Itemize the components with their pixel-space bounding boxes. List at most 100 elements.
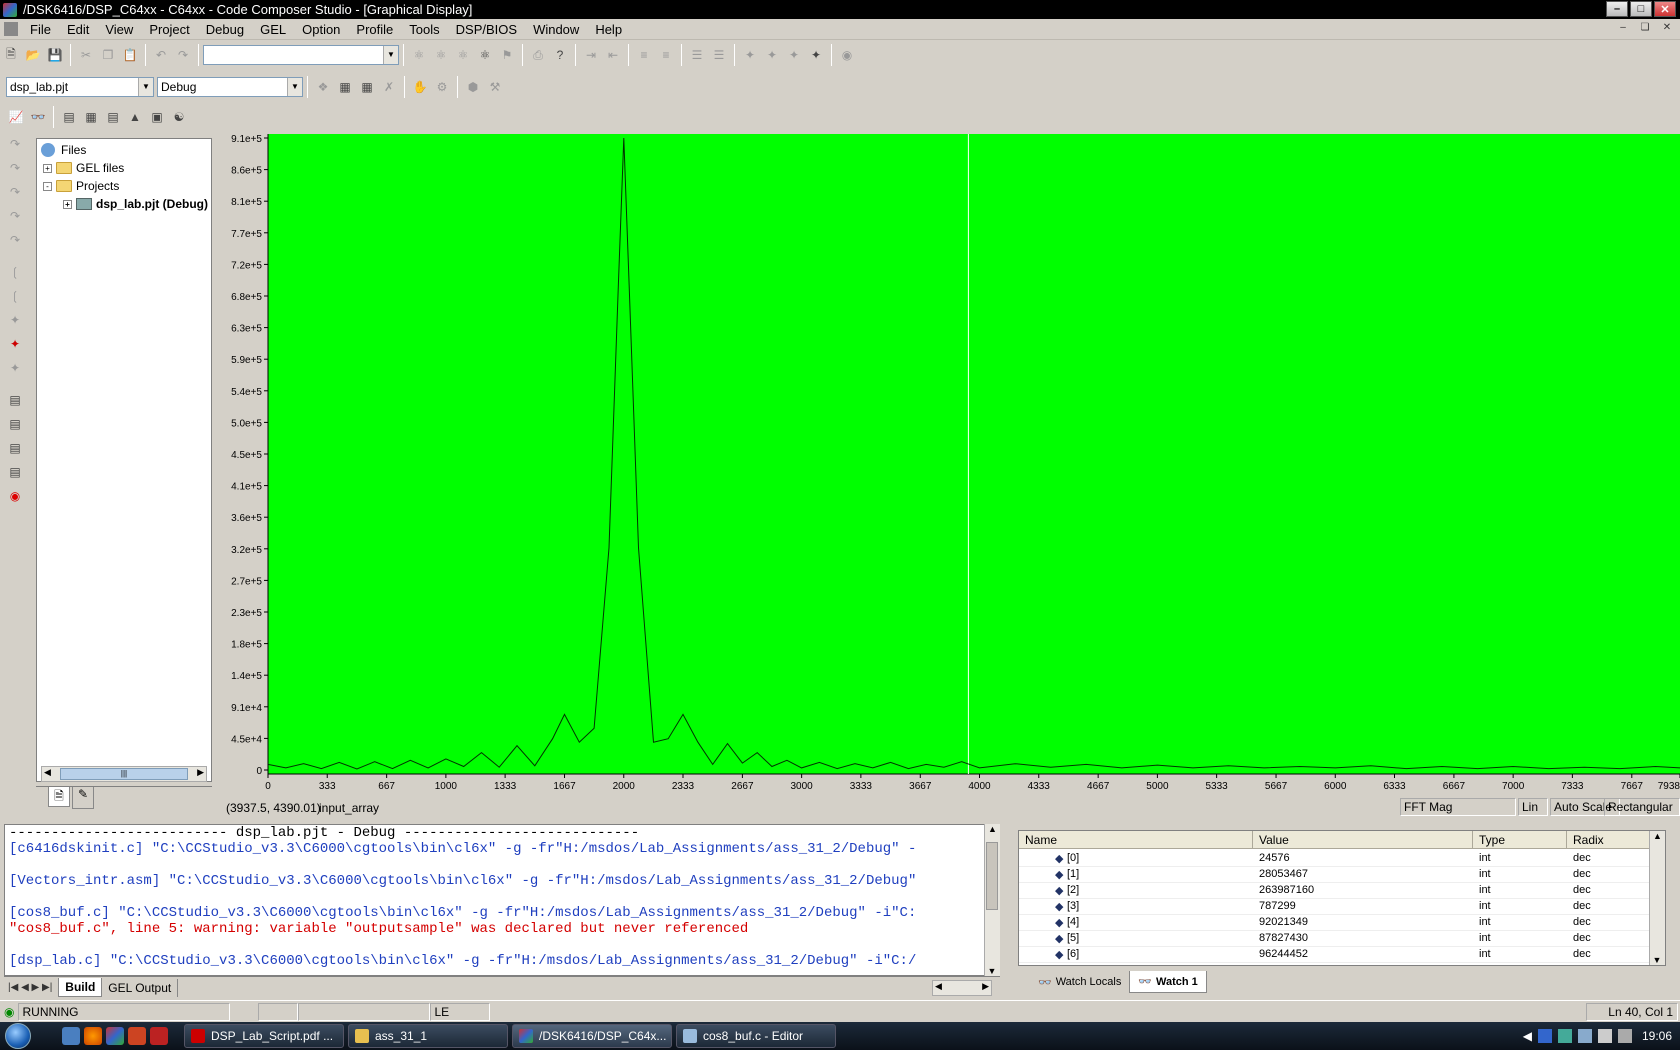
tree-item-gel-files[interactable]: + GEL files <box>43 159 124 177</box>
debug-icon[interactable]: ⬢ <box>463 77 483 97</box>
save-icon[interactable]: 💾 <box>45 45 65 65</box>
scroll-thumb[interactable] <box>986 842 998 910</box>
fft-graph[interactable]: 9.1e+5 8.6e+5 8.1e+5 7.7e+5 7.2e+5 6.8e+5 6.3e… <box>224 134 1680 792</box>
watch-icon[interactable]: 👓 <box>28 107 48 127</box>
new-file-icon[interactable]: 🗎 <box>1 45 21 65</box>
maximize-button[interactable]: □ <box>1630 1 1652 17</box>
open-folder-icon[interactable]: 📂 <box>23 45 43 65</box>
chevron-down-icon[interactable]: ▼ <box>287 78 302 96</box>
task-folder[interactable]: ass_31_1 <box>348 1024 508 1048</box>
set-pc-icon[interactable]: ↷ <box>5 230 25 250</box>
mdi-close-icon[interactable]: ✕ <box>1660 21 1674 35</box>
close-button[interactable]: ✕ <box>1654 1 1676 17</box>
incremental-build-icon[interactable]: ▦ <box>335 77 355 97</box>
clock[interactable]: 19:06 <box>1642 1029 1672 1043</box>
watch-row[interactable]: ◆ [0] 24576 int dec <box>1019 851 1649 867</box>
image-view-icon[interactable]: ▣ <box>147 107 167 127</box>
indent-icon[interactable]: ⇥ <box>581 45 601 65</box>
col-value[interactable]: Value <box>1253 831 1473 849</box>
compile-icon[interactable]: ❖ <box>313 77 333 97</box>
scroll-thumb[interactable]: ||| <box>60 768 188 780</box>
tree-horizontal-scrollbar[interactable]: ◀ ||| ▶ <box>41 766 207 782</box>
shield-icon[interactable] <box>1557 1029 1572 1043</box>
project-combo[interactable]: dsp_lab.pjt ▼ <box>6 77 154 97</box>
bookmark-icon[interactable]: ⚑ <box>497 45 517 65</box>
print-icon[interactable]: ⎙ <box>528 45 548 65</box>
tab-build[interactable]: Build <box>58 978 103 997</box>
tab-watch-locals[interactable]: 👓 Watch Locals <box>1030 971 1129 993</box>
halt-icon[interactable]: ✋ <box>410 77 430 97</box>
menu-file[interactable]: File <box>22 19 59 40</box>
bookmarks-tab[interactable]: ✎ <box>72 787 94 809</box>
record-icon[interactable]: ◉ <box>5 486 25 506</box>
config-combo[interactable]: Debug ▼ <box>157 77 303 97</box>
watch-row[interactable]: ◆ [3] 787299 int dec <box>1019 899 1649 915</box>
power-icon[interactable] <box>1617 1029 1632 1043</box>
menu-gel[interactable]: GEL <box>252 19 294 40</box>
menu-tools[interactable]: Tools <box>401 19 447 40</box>
scroll-right-icon[interactable]: ▶ <box>197 767 204 778</box>
breakpoint-icon[interactable]: ✦ <box>740 45 760 65</box>
graphical-display[interactable]: 9.1e+5 8.6e+5 8.1e+5 7.7e+5 7.2e+5 6.8e+5 6.3e… <box>224 134 1680 792</box>
step-into-icon[interactable]: ↷ <box>5 134 25 154</box>
remove-breakpoints-icon[interactable]: ✦ <box>784 45 804 65</box>
scroll-down-icon[interactable]: ▼ <box>985 966 999 976</box>
asm-step-over-icon[interactable]: ❲ <box>5 286 25 306</box>
step-out-icon[interactable]: ↷ <box>5 182 25 202</box>
tray-expand-icon[interactable]: ◀ <box>1523 1029 1532 1043</box>
watch-scrollbar[interactable]: ▲ ▼ <box>1649 831 1665 965</box>
tree-item-dsp-lab-project[interactable]: + dsp_lab.pjt (Debug) <box>63 195 208 213</box>
menu-profile[interactable]: Profile <box>348 19 401 40</box>
menu-option[interactable]: Option <box>294 19 348 40</box>
col-radix[interactable]: Radix <box>1567 831 1651 849</box>
menu-project[interactable]: Project <box>141 19 197 40</box>
search-combo[interactable]: ▼ <box>203 45 399 65</box>
scroll-down-icon[interactable]: ▼ <box>1650 955 1664 965</box>
graph-icon[interactable]: 📈 <box>6 107 26 127</box>
redo-icon[interactable]: ↷ <box>173 45 193 65</box>
stop-build-icon[interactable]: ✗ <box>379 77 399 97</box>
animate-icon[interactable]: ✦ <box>5 358 25 378</box>
find-icon[interactable]: ⚛ <box>409 45 429 65</box>
network-icon[interactable] <box>1577 1029 1592 1043</box>
project-tree[interactable]: Files + GEL files - Projects + dsp_lab.p… <box>36 138 212 782</box>
probe-point-icon[interactable]: ✦ <box>762 45 782 65</box>
build-output[interactable]: -------------------------- dsp_lab.pjt -… <box>4 824 990 976</box>
memory-icon[interactable]: ▤ <box>59 107 79 127</box>
task-ccs[interactable]: /DSK6416/DSP_C64x... <box>512 1024 672 1048</box>
tree-root[interactable]: Files <box>41 141 86 159</box>
find-next-icon[interactable]: ⚛ <box>431 45 451 65</box>
next-bookmark-icon[interactable]: ≡ <box>656 45 676 65</box>
toggle-probe-icon[interactable]: ✦ <box>806 45 826 65</box>
expand-icon[interactable]: + <box>43 163 52 173</box>
scroll-up-icon[interactable]: ▲ <box>985 824 1000 834</box>
output-vertical-scrollbar[interactable]: ▲ ▼ <box>984 824 1000 976</box>
memory-window-icon[interactable]: ▤ <box>5 414 25 434</box>
step-over-icon[interactable]: ↷ <box>5 158 25 178</box>
watch-row[interactable]: ◆ [4] 92021349 int dec <box>1019 915 1649 931</box>
halt-target-icon[interactable]: ✦ <box>5 334 25 354</box>
show-desktop-icon[interactable] <box>62 1027 80 1045</box>
watch-window[interactable]: Name Value Type Radix ◆ [0] 24576 int dec ◆ [1… <box>1018 830 1666 966</box>
firefox-icon[interactable] <box>84 1027 102 1045</box>
run-free-icon[interactable]: ✦ <box>5 310 25 330</box>
file-view-tab[interactable]: 🗎 <box>48 787 70 807</box>
find-prev-icon[interactable]: ⚛ <box>453 45 473 65</box>
tab-watch-1[interactable]: 👓 Watch 1 <box>1129 971 1207 993</box>
tree-item-projects[interactable]: - Projects <box>43 177 119 195</box>
watch-row[interactable]: ◆ [1] 28053467 int dec <box>1019 867 1649 883</box>
menu-dspbios[interactable]: DSP/BIOS <box>448 19 525 40</box>
collapse-icon[interactable]: - <box>43 181 52 191</box>
watch-row[interactable]: ◆ [6] 96244452 int dec <box>1019 947 1649 963</box>
app-icon[interactable] <box>3 2 17 17</box>
run-to-cursor-icon[interactable]: ↷ <box>5 206 25 226</box>
outdent-icon[interactable]: ⇤ <box>603 45 623 65</box>
task-editor[interactable]: cos8_buf.c - Editor <box>676 1024 836 1048</box>
mdi-minimize-icon[interactable]: – <box>1616 21 1630 35</box>
bluetooth-icon[interactable] <box>1537 1029 1552 1043</box>
mdi-restore-icon[interactable]: ❏ <box>1638 21 1652 35</box>
rebuild-all-icon[interactable]: ▦ <box>357 77 377 97</box>
menu-debug[interactable]: Debug <box>198 19 252 40</box>
graph-view-icon[interactable]: ▲ <box>125 107 145 127</box>
scroll-left-icon[interactable]: ◀ <box>44 767 51 778</box>
